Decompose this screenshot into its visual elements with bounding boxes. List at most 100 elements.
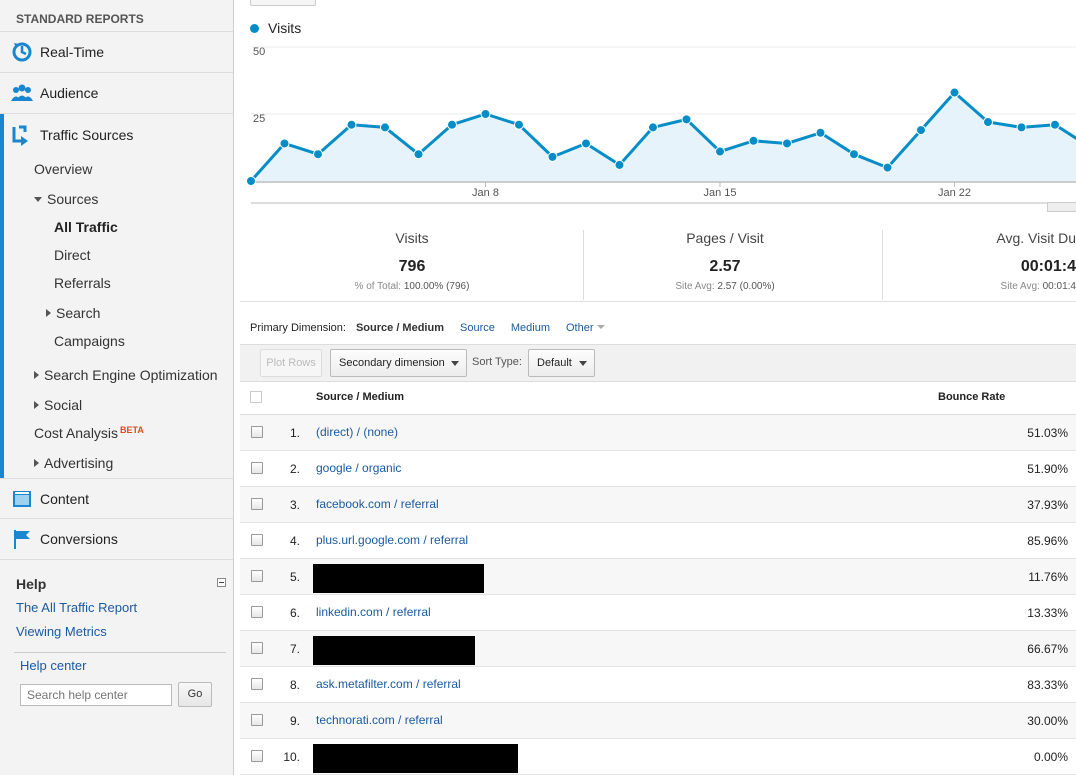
help-link-viewing-metrics[interactable]: Viewing Metrics: [16, 624, 107, 639]
bounce-rate-value: 30.00%: [1027, 714, 1068, 728]
redacted-block: [313, 564, 484, 593]
data-point: [815, 127, 826, 138]
metric-sub-label: Site Avg:: [675, 281, 715, 292]
sidebar-item-cost-analysis[interactable]: Cost Analysis BETA: [34, 425, 144, 441]
row-checkbox[interactable]: [251, 498, 263, 510]
row-checkbox[interactable]: [251, 678, 263, 690]
table-row: 5. 11.76%: [240, 559, 1076, 595]
column-source-medium[interactable]: Source / Medium: [316, 391, 404, 403]
plot-rows-button[interactable]: Plot Rows: [260, 349, 322, 377]
sidebar-item-social[interactable]: Social: [34, 397, 82, 413]
source-medium-link[interactable]: (direct) / (none): [316, 425, 398, 439]
sidebar-item-social-label: Social: [44, 397, 83, 413]
sidebar-item-referrals[interactable]: Referrals: [54, 275, 111, 291]
metric-sub-value: 100.00% (796): [403, 281, 470, 292]
data-point: [480, 109, 491, 119]
row-checkbox[interactable]: [251, 606, 263, 618]
divider: [14, 652, 226, 653]
data-point: [748, 135, 759, 146]
source-medium-link[interactable]: plus.url.google.com / referral: [316, 533, 468, 547]
row-checkbox[interactable]: [251, 642, 263, 654]
x-tick-label: Jan 8: [472, 187, 499, 199]
metric-sub-label: % of Total:: [354, 281, 402, 292]
row-checkbox[interactable]: [251, 750, 263, 762]
table-row: 8. ask.metafilter.com / referral 83.33%: [240, 667, 1076, 703]
chevron-down-icon: [34, 197, 42, 202]
table-row: 9. technorati.com / referral 30.00%: [240, 703, 1076, 739]
source-medium-link[interactable]: ask.metafilter.com / referral: [316, 677, 461, 691]
beta-badge: BETA: [120, 425, 144, 435]
bounce-rate-value: 66.67%: [1027, 642, 1068, 656]
sort-type-select[interactable]: Default: [528, 349, 595, 377]
help-center-link[interactable]: Help center: [20, 658, 86, 673]
select-all-checkbox[interactable]: [250, 391, 262, 403]
x-tick-label: Jan 22: [938, 187, 971, 199]
table-row: 10. 0.00%: [240, 739, 1076, 775]
data-point: [715, 146, 725, 157]
data-point: [681, 114, 692, 125]
data-point: [882, 162, 893, 173]
secondary-dimension-label: Secondary dimension: [339, 357, 445, 369]
standard-reports-heading: STANDARD REPORTS: [0, 0, 233, 32]
metric-sub-value: 2.57 (0.00%): [717, 281, 775, 292]
nav-conversions[interactable]: Conversions: [0, 519, 233, 560]
metric-sub-value: 00:01:4: [1042, 281, 1076, 292]
data-point: [1050, 119, 1060, 130]
sidebar-item-direct[interactable]: Direct: [54, 247, 91, 263]
sidebar: STANDARD REPORTS Real-Time Audience Traf…: [0, 0, 234, 775]
row-number: 4.: [289, 534, 300, 548]
secondary-dimension-select[interactable]: Secondary dimension: [330, 349, 467, 377]
row-checkbox[interactable]: [251, 570, 263, 582]
metric-pages-per-visit: Pages / Visit 2.57 Site Avg: 2.57 (0.00%…: [625, 230, 825, 292]
row-number: 8.: [289, 678, 300, 692]
redacted-block: [313, 636, 475, 665]
row-checkbox[interactable]: [251, 534, 263, 546]
metric-visits: Visits 796 % of Total: 100.00% (796): [312, 230, 512, 292]
table-row: 2. google / organic 51.90%: [240, 451, 1076, 487]
date-range-button[interactable]: [250, 0, 316, 6]
row-checkbox[interactable]: [251, 714, 263, 726]
metric-value: 796: [398, 258, 426, 275]
metric-sub: Site Avg: 2.57 (0.00%): [625, 281, 825, 292]
visits-chart: 50 25 Jan 8 Jan 15 Jan 22: [246, 46, 1076, 204]
caret-down-icon: [451, 361, 459, 366]
traffic-sources-section: Traffic Sources Overview Sources All Tra…: [0, 114, 233, 478]
nav-traffic-sources[interactable]: Traffic Sources: [4, 114, 233, 155]
dimension-other[interactable]: Other: [566, 322, 605, 334]
nav-realtime[interactable]: Real-Time: [0, 32, 233, 73]
sidebar-item-all-traffic[interactable]: All Traffic: [54, 219, 118, 235]
metric-sub-label: Site Avg:: [1000, 281, 1040, 292]
sidebar-item-campaigns[interactable]: Campaigns: [54, 333, 125, 349]
nav-content[interactable]: Content: [0, 478, 233, 519]
help-search-input[interactable]: [20, 684, 172, 706]
source-medium-link[interactable]: technorati.com / referral: [316, 713, 443, 727]
data-point: [447, 119, 457, 130]
source-medium-link[interactable]: facebook.com / referral: [316, 497, 439, 511]
table-header: Source / Medium Bounce Rate: [240, 382, 1076, 415]
data-point: [581, 138, 591, 149]
column-bounce-rate[interactable]: Bounce Rate: [938, 391, 1005, 403]
help-link-all-traffic-report[interactable]: The All Traffic Report: [16, 600, 137, 615]
bounce-rate-value: 51.90%: [1027, 462, 1068, 476]
source-medium-link[interactable]: google / organic: [316, 461, 401, 475]
data-point: [849, 149, 859, 160]
sidebar-item-sources[interactable]: Sources: [34, 191, 98, 207]
dimension-source[interactable]: Source: [460, 322, 495, 334]
source-medium-link[interactable]: linkedin.com / referral: [316, 605, 431, 619]
divider: [583, 230, 584, 300]
data-point: [246, 176, 256, 186]
help-go-button[interactable]: Go: [178, 682, 212, 707]
sidebar-item-overview[interactable]: Overview: [34, 161, 92, 177]
sidebar-item-search[interactable]: Search: [46, 305, 100, 321]
dimension-medium[interactable]: Medium: [511, 322, 550, 334]
row-checkbox[interactable]: [251, 462, 263, 474]
chart-scroll-handle[interactable]: [1047, 202, 1076, 212]
sidebar-item-advertising[interactable]: Advertising: [34, 455, 113, 471]
data-point: [782, 138, 792, 149]
caret-down-icon: [596, 325, 605, 329]
nav-audience[interactable]: Audience: [0, 73, 233, 114]
sidebar-item-seo[interactable]: Search Engine Optimization: [34, 367, 218, 383]
row-checkbox[interactable]: [251, 426, 263, 438]
data-point: [547, 151, 558, 162]
collapse-icon[interactable]: [217, 578, 226, 587]
